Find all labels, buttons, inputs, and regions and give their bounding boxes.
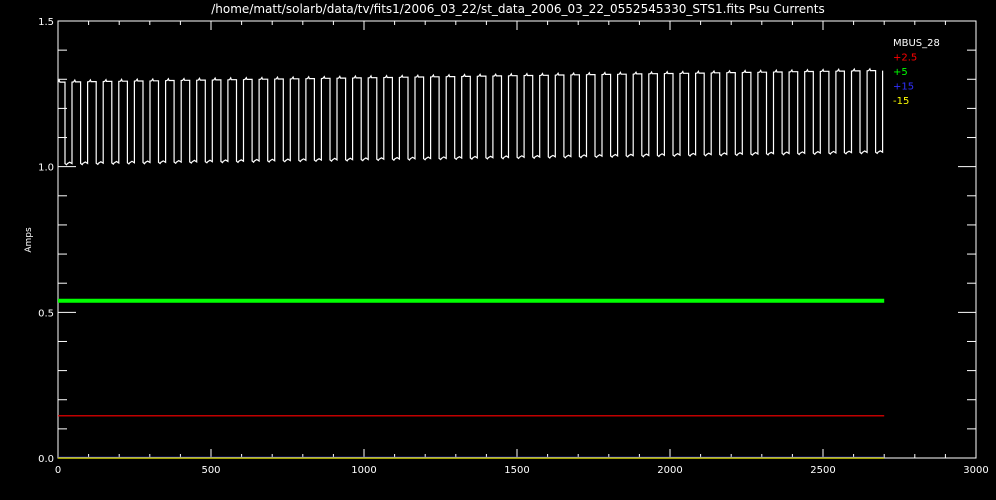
x-tick-label: 2000 xyxy=(657,465,682,476)
legend-entry-2: +5 xyxy=(893,67,908,78)
x-tick-label: 1500 xyxy=(504,465,529,476)
y-tick-label: 0.5 xyxy=(38,308,54,319)
series-group xyxy=(57,67,885,459)
y-tick-label: 0.0 xyxy=(38,454,54,465)
psu-currents-chart: /home/matt/solarb/data/tv/fits1/2006_03_… xyxy=(24,2,989,476)
x-tick-label: 2500 xyxy=(810,465,835,476)
x-tick-label: 0 xyxy=(55,465,61,476)
x-tick-label: 1000 xyxy=(351,465,376,476)
legend: MBUS_28 +2.5 +5 +15 -15 xyxy=(893,38,940,107)
y-tick-label: 1.5 xyxy=(38,17,54,28)
chart-title: /home/matt/solarb/data/tv/fits1/2006_03_… xyxy=(211,2,825,16)
x-tick-label: 3000 xyxy=(963,465,988,476)
y-axis-label: Amps xyxy=(24,227,34,253)
y-tick-label: 1.0 xyxy=(38,163,54,174)
legend-entry-0: MBUS_28 xyxy=(893,38,940,49)
series-line-0 xyxy=(57,67,884,166)
x-tick-label: 500 xyxy=(201,465,220,476)
legend-entry-3: +15 xyxy=(893,82,914,93)
legend-entry-4: -15 xyxy=(893,96,909,107)
legend-entry-1: +2.5 xyxy=(893,53,917,64)
